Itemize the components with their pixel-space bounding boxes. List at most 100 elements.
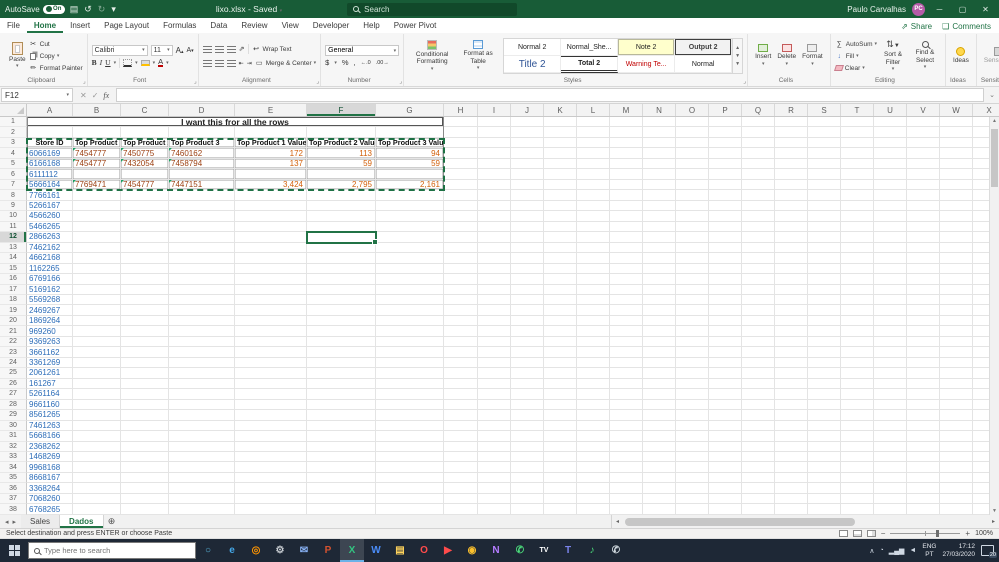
spotify-icon[interactable]: ♪ [580,539,604,562]
cell-R16[interactable] [775,274,808,285]
cell-B15[interactable] [73,263,121,275]
cell-O24[interactable] [676,357,709,369]
cell-F21[interactable] [307,326,376,337]
cell-M37[interactable] [610,493,643,505]
cell-H17[interactable] [444,284,478,295]
conditional-formatting-button[interactable]: Conditional Formatting ▾ [408,39,456,73]
row-header-27[interactable]: 27 [0,389,27,400]
cell-F25[interactable] [307,368,376,379]
cell-D2[interactable] [169,127,235,138]
cell-D31[interactable] [169,431,235,442]
cell-N14[interactable] [643,253,676,264]
style-total-2[interactable]: Total 2 [561,56,619,73]
cell-Q17[interactable] [742,284,775,295]
save-icon[interactable]: ▤ [70,4,79,15]
cell-J26[interactable] [511,378,544,390]
row-header-38[interactable]: 38 [0,504,27,515]
cell-F7[interactable]: 2,795 [307,179,376,191]
cell-I27[interactable] [478,389,511,400]
cell-J11[interactable] [511,221,544,233]
cell-J33[interactable] [511,452,544,463]
cell-J27[interactable] [511,389,544,400]
cell-N13[interactable] [643,242,676,254]
cell-V18[interactable] [907,294,940,306]
cell-H7[interactable] [444,179,478,191]
cell-S38[interactable] [808,504,841,515]
cell-S11[interactable] [808,221,841,233]
fill-color-button[interactable] [140,59,150,66]
column-header-U[interactable]: U [874,104,907,116]
zoom-slider[interactable] [890,530,961,537]
cell-P20[interactable] [709,315,742,327]
cell-T29[interactable] [841,410,874,421]
cell-A2[interactable] [27,127,73,138]
cell-M13[interactable] [610,242,643,254]
cell-A27[interactable]: 5261164 [27,389,73,400]
scroll-left-icon[interactable]: ◂ [612,518,623,525]
cell-O10[interactable] [676,211,709,222]
zoom-slider-thumb[interactable] [936,530,940,537]
cell-F27[interactable] [307,389,376,400]
cell-T1[interactable] [841,117,874,128]
cell-I20[interactable] [478,315,511,327]
cell-H36[interactable] [444,483,478,494]
cell-K20[interactable] [544,315,577,327]
cell-M9[interactable] [610,200,643,212]
cell-E9[interactable] [235,200,307,212]
cell-P23[interactable] [709,347,742,358]
cell-D10[interactable] [169,211,235,222]
cell-S4[interactable] [808,148,841,159]
cancel-icon[interactable]: ✕ [80,91,87,100]
cell-S33[interactable] [808,452,841,463]
cell-S32[interactable] [808,441,841,452]
cell-L3[interactable] [577,137,610,149]
cell-T37[interactable] [841,493,874,505]
cell-L1[interactable] [577,117,610,128]
cell-T34[interactable] [841,462,874,473]
cell-I33[interactable] [478,452,511,463]
cell-B22[interactable] [73,336,121,348]
cell-J28[interactable] [511,399,544,411]
cell-V17[interactable] [907,284,940,295]
row-header-36[interactable]: 36 [0,483,27,494]
cell-A9[interactable]: 5266167 [27,200,73,212]
cell-V20[interactable] [907,315,940,327]
share-button[interactable]: ⇗ Share [901,22,932,31]
cell-K18[interactable] [544,294,577,306]
cell-V11[interactable] [907,221,940,233]
cell-O29[interactable] [676,410,709,421]
autosum-button[interactable]: ∑ AutoSum ▾ [835,38,877,50]
cell-F18[interactable] [307,294,376,306]
cell-O14[interactable] [676,253,709,264]
cell-T11[interactable] [841,221,874,233]
cell-W9[interactable] [940,200,973,212]
cell-U11[interactable] [874,221,907,233]
cell-T18[interactable] [841,294,874,306]
cell-W25[interactable] [940,368,973,379]
cell-E37[interactable] [235,493,307,505]
cell-K16[interactable] [544,274,577,285]
bottom-align-button[interactable] [226,45,236,53]
cell-U5[interactable] [874,158,907,170]
cell-T12[interactable] [841,232,874,243]
cell-K26[interactable] [544,378,577,390]
cell-B28[interactable] [73,399,121,411]
cell-N21[interactable] [643,326,676,337]
align-left-button[interactable] [202,59,212,67]
cell-V1[interactable] [907,117,940,128]
cell-U36[interactable] [874,483,907,494]
ribbon-tab-formulas[interactable]: Formulas [156,19,203,33]
cell-Q3[interactable] [742,137,775,149]
cell-H31[interactable] [444,431,478,442]
cell-N7[interactable] [643,179,676,191]
cell-A18[interactable]: 5569268 [27,294,73,306]
cell-B13[interactable] [73,242,121,254]
cell-I17[interactable] [478,284,511,295]
cell-L11[interactable] [577,221,610,233]
cell-K30[interactable] [544,420,577,432]
cell-C27[interactable] [121,389,169,400]
redo-icon[interactable]: ↻ [98,4,106,15]
cell-M17[interactable] [610,284,643,295]
cell-A11[interactable]: 5466265 [27,221,73,233]
ribbon-tab-developer[interactable]: Developer [306,19,356,33]
